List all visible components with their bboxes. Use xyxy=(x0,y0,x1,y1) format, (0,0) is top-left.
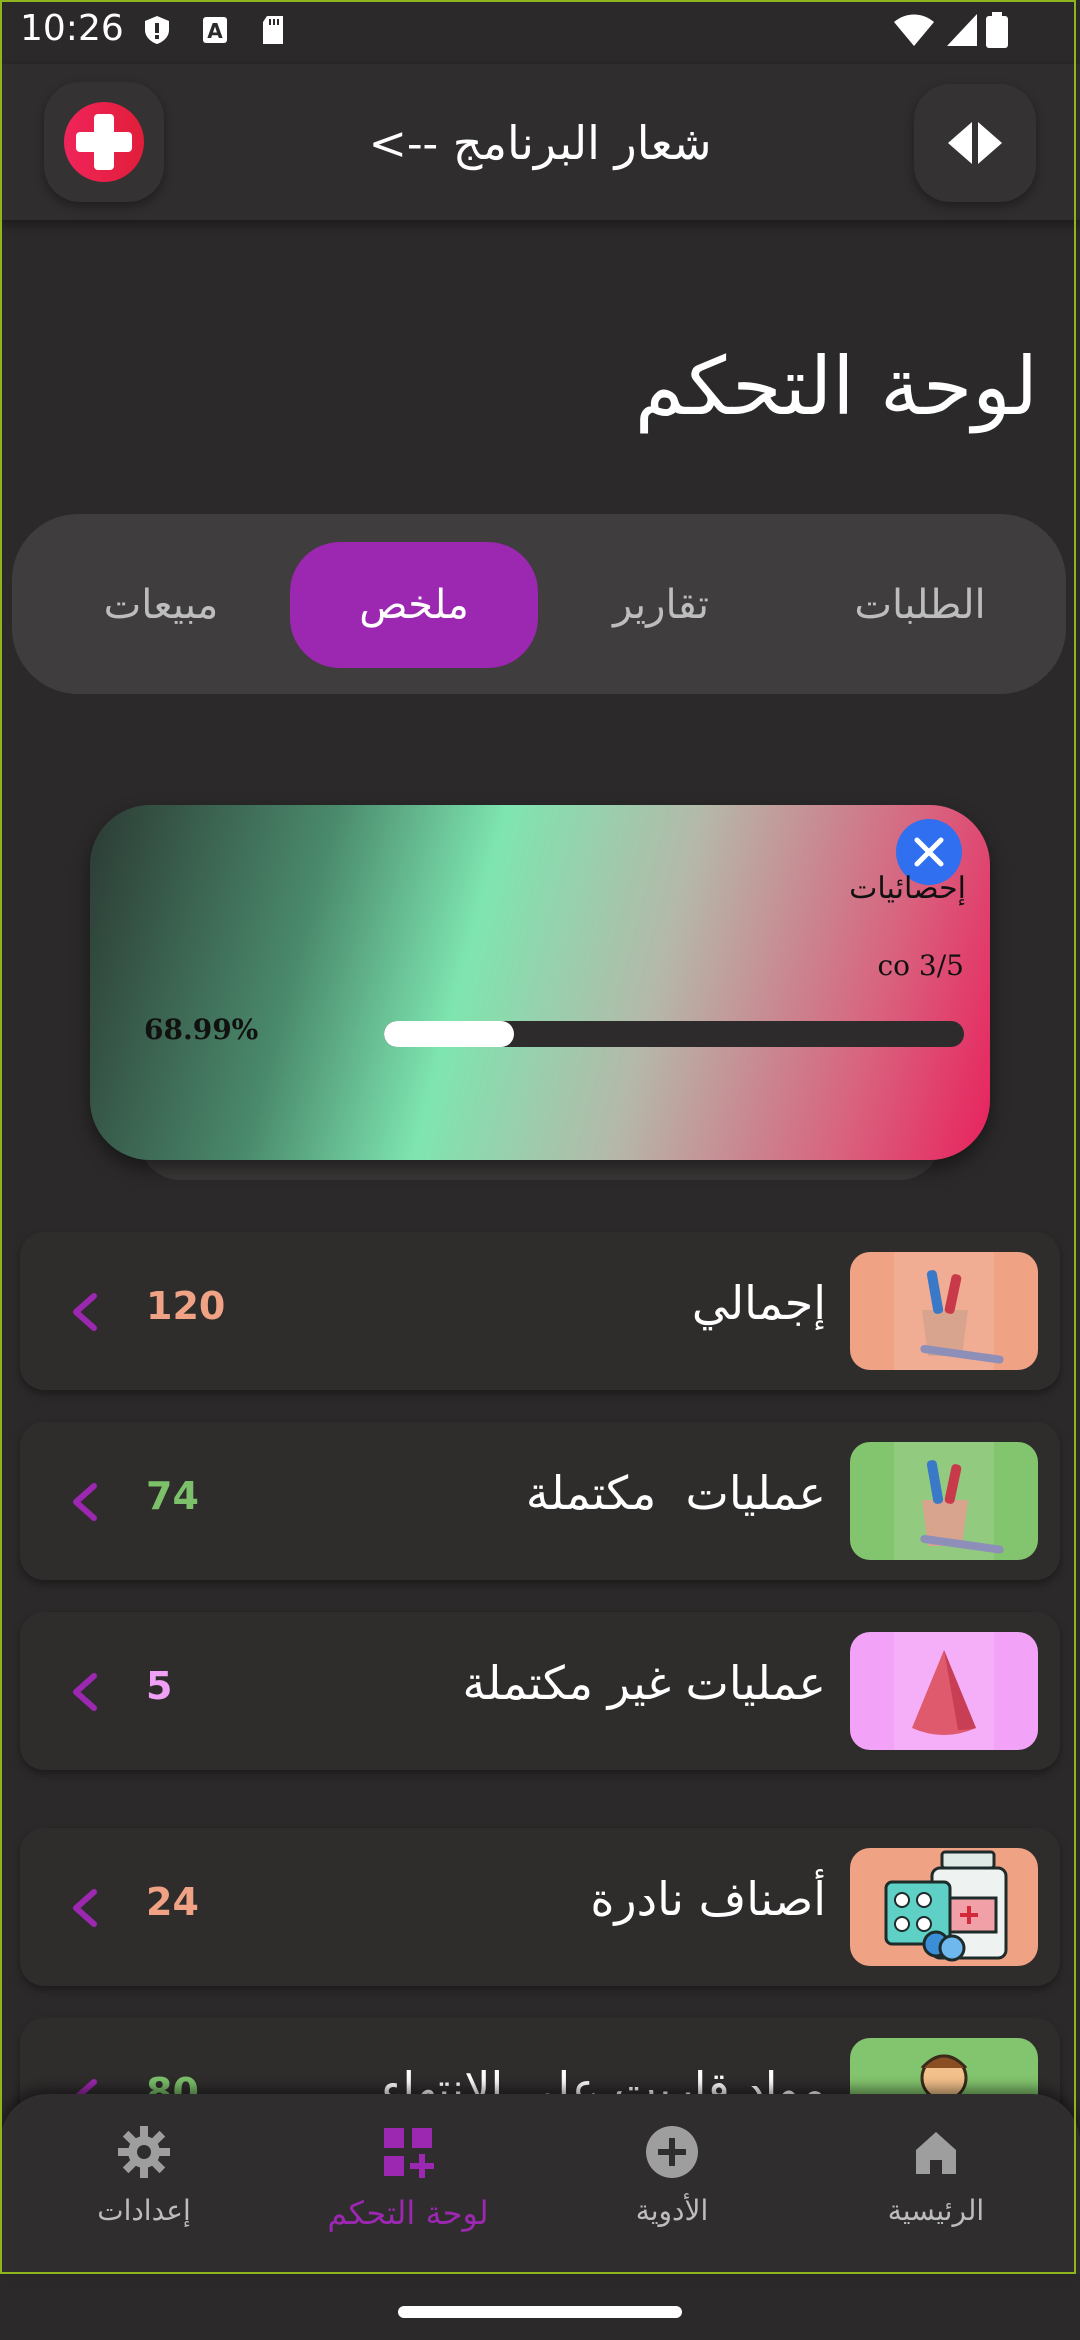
tab-summary[interactable]: ملخص xyxy=(290,542,538,668)
sd-card-icon xyxy=(263,16,283,44)
gear-icon xyxy=(118,2126,170,2178)
chevron-left-icon xyxy=(73,1293,97,1331)
home-indicator[interactable] xyxy=(398,2306,682,2318)
chevron-left-icon xyxy=(73,1673,97,1711)
nav-label: الرئيسية xyxy=(887,2194,985,2227)
wifi-icon xyxy=(894,14,934,46)
pencil-cup-icon xyxy=(850,1442,1038,1560)
nav-label: الأدوية xyxy=(635,2194,709,2227)
medicine-icon xyxy=(850,1848,1038,1966)
tab-bar: الطلبات تقارير ملخص مبيعات xyxy=(12,514,1066,694)
svg-text:A: A xyxy=(207,19,223,43)
stats-percent: 68.99% xyxy=(144,1013,259,1046)
list-item-label: إجمالي xyxy=(691,1276,826,1330)
nav-dashboard[interactable]: لوحة التحكم xyxy=(308,2124,508,2232)
pencil-cup-icon xyxy=(850,1252,1038,1370)
screen: 10:26 A شعار البرنامج --> لوحة التحكم ال… xyxy=(0,0,1080,2340)
nav-label: إعدادات xyxy=(97,2194,191,2227)
add-circle-icon xyxy=(646,2126,698,2178)
list-item-value: 5 xyxy=(146,1664,173,1708)
chevron-left-icon xyxy=(73,1483,97,1521)
chevron-left-icon xyxy=(73,1889,97,1927)
code-arrows-icon xyxy=(948,122,1002,164)
list-item-value: 120 xyxy=(146,1284,226,1328)
text-a-icon: A xyxy=(203,17,227,43)
nav-label: لوحة التحكم xyxy=(327,2194,489,2232)
nav-medicines[interactable]: الأدوية xyxy=(572,2124,772,2227)
list-item-label: أصناف نادرة xyxy=(590,1872,826,1926)
status-time: 10:26 xyxy=(20,8,124,49)
list-item-total[interactable]: إجمالي 120 xyxy=(20,1232,1060,1390)
list-item-rare-items[interactable]: أصناف نادرة 24 xyxy=(20,1828,1060,1986)
stats-count: co 3/5 xyxy=(877,949,964,982)
tab-sales[interactable]: مبيعات xyxy=(38,542,284,668)
cone-icon xyxy=(850,1632,1038,1750)
bottom-navigation: الرئيسية الأدوية لوحة التحكم إعدادات xyxy=(0,2094,1080,2274)
list-item-completed[interactable]: عمليات مكتملة 74 xyxy=(20,1422,1060,1580)
stats-label: إحصائيات xyxy=(849,871,966,906)
status-bar: 10:26 A xyxy=(0,0,1080,64)
list-item-label: عمليات مكتملة xyxy=(525,1466,826,1520)
list-item-label: عمليات غير مكتملة xyxy=(462,1656,826,1710)
stats-card: إحصائيات co 3/5 68.99% xyxy=(90,805,990,1160)
page-title: لوحة التحكم xyxy=(634,340,1038,433)
shield-icon xyxy=(145,16,169,44)
menu-toggle-button[interactable] xyxy=(914,84,1036,202)
list-item-value: 74 xyxy=(146,1474,199,1518)
dashboard-add-icon xyxy=(384,2128,434,2178)
signal-icon xyxy=(947,14,977,46)
progress-fill xyxy=(384,1021,514,1047)
list-item-incomplete[interactable]: عمليات غير مكتملة 5 xyxy=(20,1612,1060,1770)
nav-home[interactable]: الرئيسية xyxy=(836,2124,1036,2227)
progress-bar xyxy=(384,1021,964,1047)
tab-reports[interactable]: تقارير xyxy=(538,542,784,668)
tab-orders[interactable]: الطلبات xyxy=(796,542,1044,668)
medical-cross-icon xyxy=(64,102,144,182)
nav-settings[interactable]: إعدادات xyxy=(44,2124,244,2227)
app-title: شعار البرنامج --> xyxy=(368,116,712,170)
home-icon xyxy=(916,2132,956,2174)
app-bar: شعار البرنامج --> xyxy=(0,64,1080,220)
list-item-value: 24 xyxy=(146,1880,199,1924)
battery-icon xyxy=(986,12,1008,48)
logo-button[interactable] xyxy=(44,82,164,202)
